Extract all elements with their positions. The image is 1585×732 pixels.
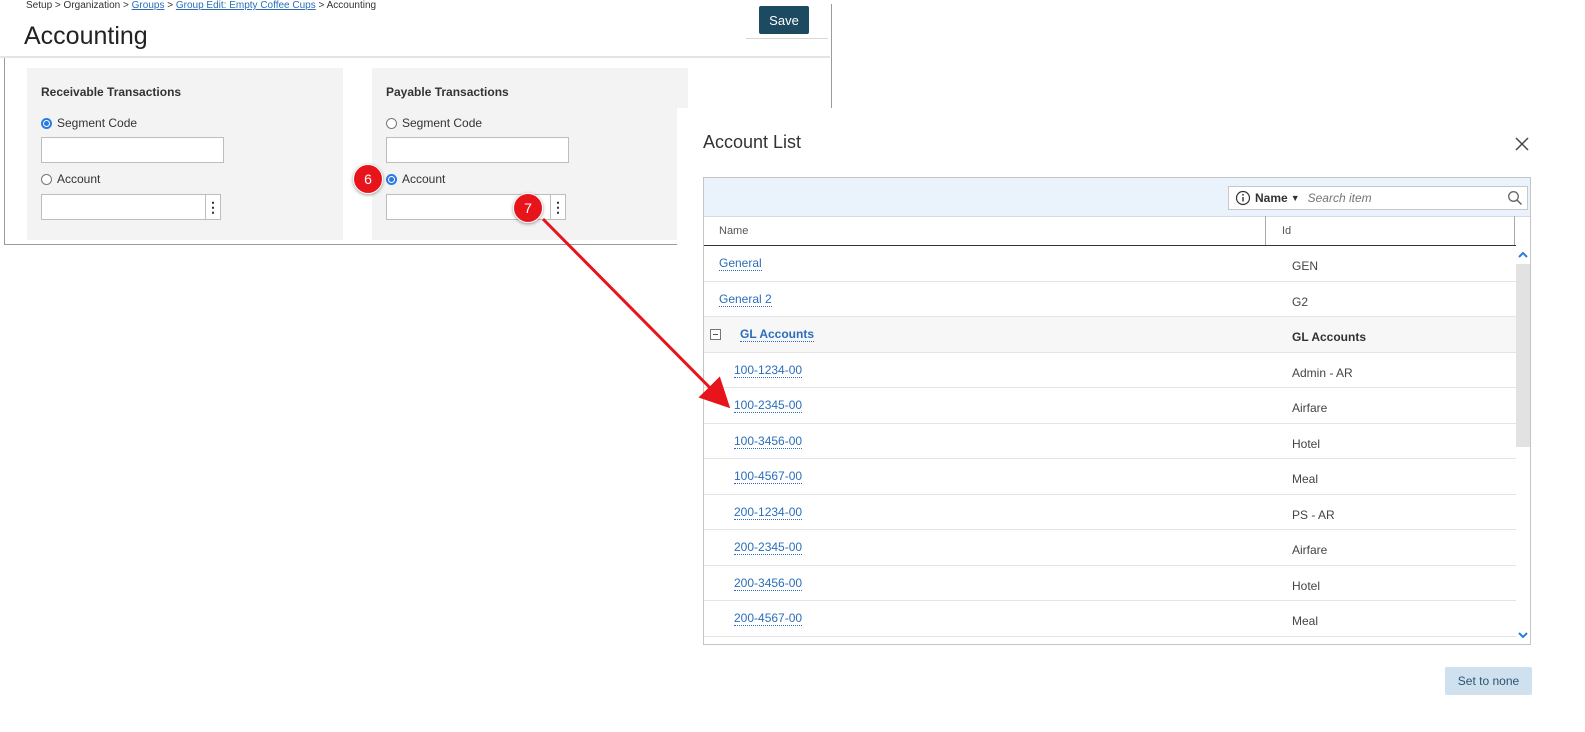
account-id-cell: Hotel	[1292, 578, 1321, 593]
breadcrumb: Setup > Organization > Groups > Group Ed…	[26, 0, 376, 11]
breadcrumb-organization: Organization	[63, 0, 121, 11]
more-vertical-icon[interactable]: ⋮	[550, 195, 565, 219]
page-border	[4, 58, 5, 245]
breadcrumb-setup: Setup	[26, 0, 53, 11]
vertical-scrollbar[interactable]	[1516, 246, 1530, 644]
payable-account-radio[interactable]	[386, 173, 397, 185]
step-badge-6: 6	[353, 164, 383, 194]
page-title: Accounting	[24, 22, 148, 50]
account-id-cell: G2	[1292, 294, 1309, 309]
receivable-account-option[interactable]: Account	[41, 172, 100, 186]
payable-account-option[interactable]: Account	[386, 172, 445, 186]
search-input[interactable]	[1305, 190, 1500, 206]
account-id-cell: Airfare	[1292, 401, 1328, 415]
title-divider	[0, 56, 830, 58]
table-row[interactable]: 200-3456-00 Hotel	[704, 566, 1516, 601]
scrollbar-thumb[interactable]	[1516, 264, 1530, 447]
breadcrumb-separator: >	[120, 0, 132, 11]
account-name-link[interactable]: 200-1234-00	[734, 505, 803, 520]
column-header-name[interactable]: Name	[719, 225, 748, 237]
breadcrumb-separator: >	[315, 0, 327, 11]
account-name-link[interactable]: 200-3456-00	[734, 576, 803, 591]
payable-segment-code-input[interactable]	[386, 137, 569, 163]
grid-header: Name Id	[704, 216, 1516, 246]
search-icon[interactable]	[1507, 190, 1523, 206]
receivable-account-radio[interactable]	[41, 173, 52, 185]
column-resize-handle[interactable]	[1514, 216, 1515, 245]
breadcrumb-separator: >	[52, 0, 64, 11]
dialog-title: Account List	[703, 132, 802, 152]
table-row[interactable]: 100-4567-00 Meal	[704, 459, 1516, 495]
breadcrumb-groups-link[interactable]: Groups	[132, 0, 165, 11]
breadcrumb-group-edit-link[interactable]: Group Edit: Empty Coffee Cups	[176, 0, 316, 11]
account-name-link[interactable]: 100-2345-00	[734, 398, 803, 413]
account-id-cell: GEN	[1292, 259, 1319, 273]
account-name-link[interactable]: 100-4567-00	[734, 469, 803, 484]
chevron-up-icon[interactable]	[1516, 248, 1530, 262]
collapse-icon[interactable]	[710, 329, 721, 340]
more-vertical-icon[interactable]: ⋮	[205, 195, 220, 219]
column-resize-handle[interactable]	[1265, 216, 1266, 245]
account-id-cell: PS - AR	[1292, 507, 1335, 522]
table-row[interactable]: 100-2345-00 Airfare	[704, 388, 1516, 424]
account-list-dialog: Account List Name ▼ Name	[677, 108, 1585, 732]
step-badge-7: 7	[513, 193, 543, 223]
table-row[interactable]: 200-4567-00 Meal	[704, 601, 1516, 637]
table-row[interactable]: 200-1234-00 PS - AR	[704, 495, 1516, 530]
page-border	[831, 4, 832, 108]
table-row[interactable]: 100-1234-00 Admin - AR	[704, 353, 1516, 388]
account-id-cell: Meal	[1292, 614, 1319, 628]
payable-segment-code-radio[interactable]	[386, 117, 397, 129]
payable-segment-code-label: Segment Code	[402, 116, 483, 130]
receivable-account-lookup[interactable]: ⋮	[41, 194, 221, 220]
account-id-cell: Hotel	[1292, 436, 1321, 451]
account-name-link[interactable]: 200-4567-00	[734, 611, 803, 626]
receivable-account-label: Account	[57, 172, 101, 186]
table-row[interactable]: 200-2345-00 Airfare	[704, 530, 1516, 566]
account-id-cell: Meal	[1292, 472, 1319, 486]
group-row[interactable]: GL Accounts GL Accounts	[704, 317, 1516, 353]
save-button[interactable]: Save	[759, 6, 809, 34]
chevron-down-icon[interactable]: ▼	[1291, 193, 1300, 203]
table-row[interactable]: General GEN	[704, 246, 1516, 282]
receivable-panel-title: Receivable Transactions	[41, 85, 182, 99]
payable-segment-code-option[interactable]: Segment Code	[386, 116, 482, 130]
breadcrumb-separator: >	[164, 0, 176, 11]
set-to-none-button[interactable]: Set to none	[1445, 667, 1532, 695]
receivable-segment-code-option[interactable]: Segment Code	[41, 116, 137, 130]
search-box: Name ▼	[1228, 186, 1528, 210]
account-name-link[interactable]: General 2	[719, 292, 772, 307]
receivable-segment-code-radio[interactable]	[41, 117, 52, 129]
save-toolbar: Save	[746, 4, 828, 39]
close-icon[interactable]	[1513, 135, 1531, 153]
account-id-cell: Admin - AR	[1292, 365, 1353, 380]
breadcrumb-current: Accounting	[326, 0, 377, 11]
account-name-link[interactable]: General	[719, 256, 762, 271]
payable-panel-title: Payable Transactions	[386, 85, 509, 99]
column-header-id[interactable]: Id	[1282, 225, 1291, 237]
account-list-grid: Name ▼ Name Id General GEN General 2 G2 GL A…	[703, 177, 1531, 645]
grid-toolbar: Name ▼	[704, 178, 1530, 217]
account-id-cell: Airfare	[1292, 543, 1328, 557]
receivable-segment-code-label: Segment Code	[57, 116, 138, 130]
table-row[interactable]: 100-3456-00 Hotel	[704, 424, 1516, 459]
grid-rows: General GEN General 2 G2 GL Accounts GL Accou…	[704, 246, 1516, 637]
table-row[interactable]: General 2 G2	[704, 282, 1516, 317]
account-id-cell: GL Accounts	[1292, 330, 1367, 344]
receivable-account-input[interactable]	[42, 195, 205, 219]
chevron-down-icon[interactable]	[1516, 628, 1530, 642]
info-icon[interactable]	[1235, 190, 1251, 206]
search-field-selector[interactable]: Name	[1255, 191, 1288, 205]
receivable-segment-code-input[interactable]	[41, 137, 224, 163]
account-name-link[interactable]: 100-3456-00	[734, 434, 803, 449]
account-name-link[interactable]: GL Accounts	[740, 327, 815, 342]
account-name-link[interactable]: 200-2345-00	[734, 540, 803, 555]
page-border	[4, 244, 684, 245]
receivable-transactions-panel: Receivable Transactions Segment Code Acc…	[27, 68, 343, 240]
account-name-link[interactable]: 100-1234-00	[734, 363, 803, 378]
payable-account-label: Account	[402, 172, 446, 186]
